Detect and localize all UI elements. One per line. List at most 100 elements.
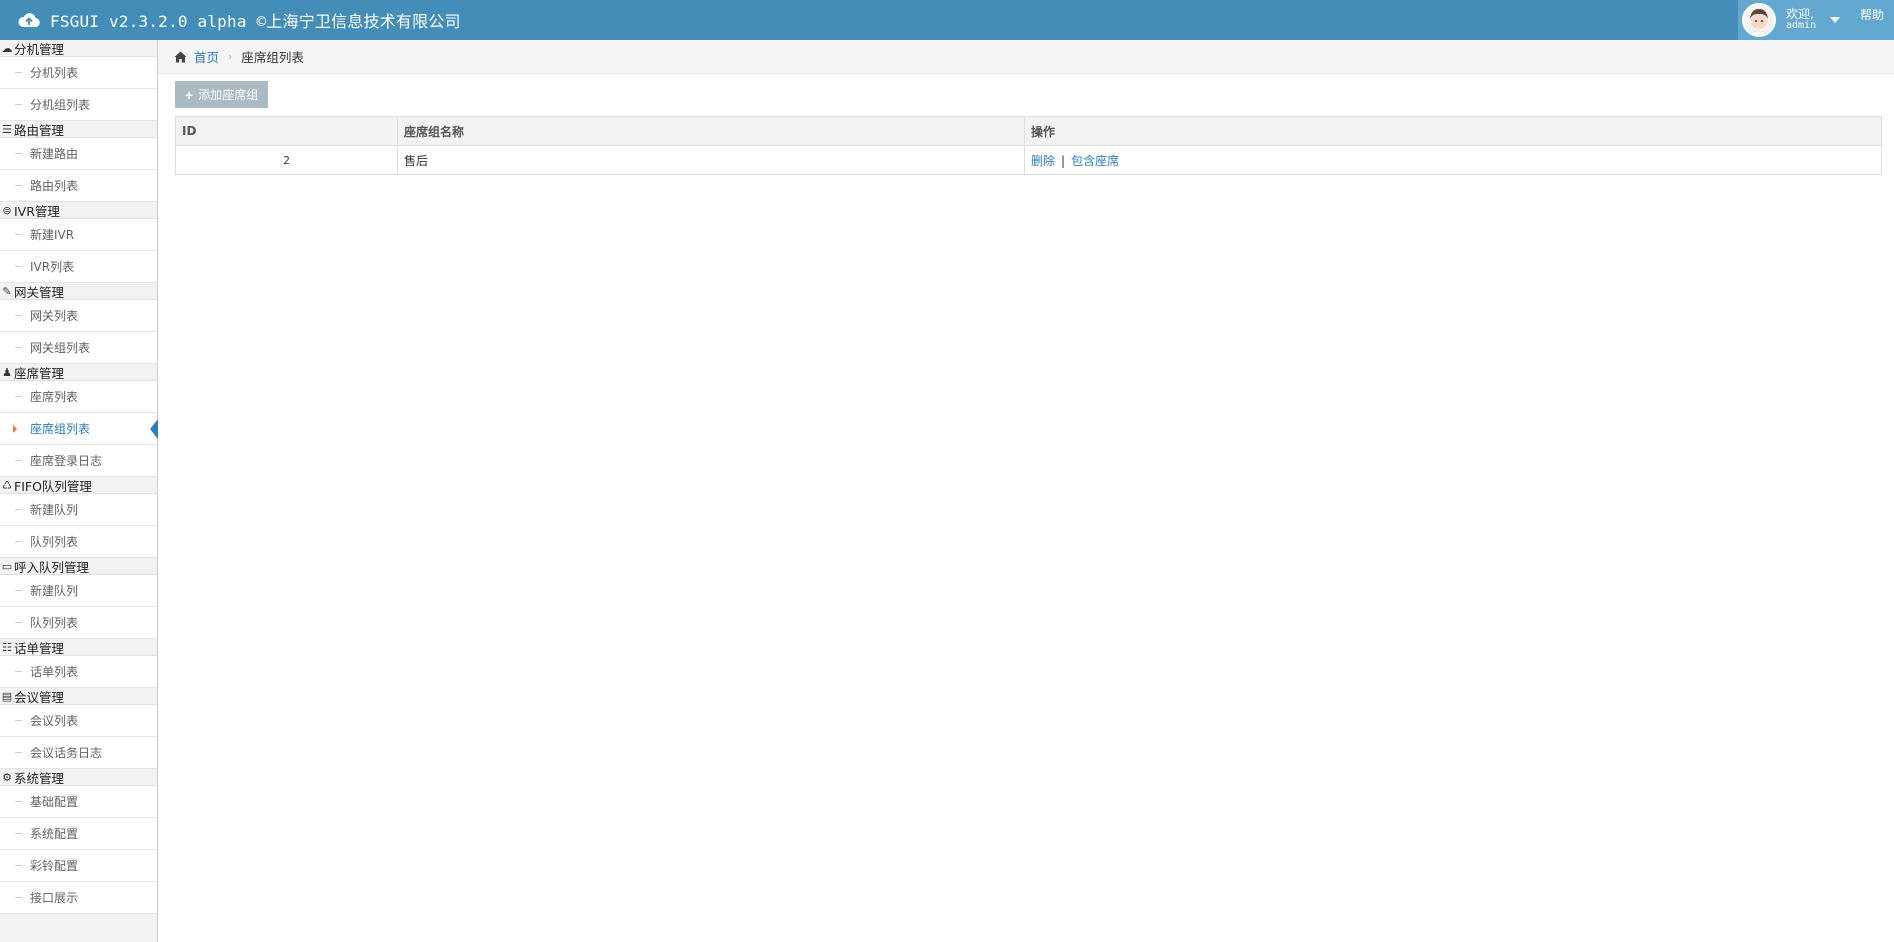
sidebar-item[interactable]: 网关列表 — [0, 300, 157, 332]
sidebar-item[interactable]: 座席登录日志 — [0, 445, 157, 477]
sidebar-item[interactable]: 会议话务日志 — [0, 737, 157, 769]
active-indicator-icon — [150, 419, 158, 439]
sidebar-group-label: 系统管理 — [14, 770, 65, 786]
add-seat-group-button[interactable]: + 添加座席组 — [175, 81, 269, 108]
sidebar: ☁ 分机管理 分机列表 分机组列表 ☰ 路由管理新建路由路由列表 ⊜ IVR管理 新建IVR IV… — [0, 40, 158, 942]
sidebar-item[interactable]: 网关组列表 — [0, 332, 157, 364]
sidebar-item-label: 路由列表 — [30, 179, 79, 193]
caret-right-icon — [13, 425, 17, 433]
cell-name: 售后 — [397, 145, 1025, 175]
column-header-id[interactable]: ID — [175, 116, 398, 146]
sidebar-item[interactable]: 队列列表 — [0, 607, 157, 639]
tree-line — [15, 590, 22, 591]
sidebar-item[interactable]: 彩铃配置 — [0, 850, 157, 882]
tree-line — [15, 315, 22, 316]
sidebar-item[interactable]: 新建队列 — [0, 575, 157, 607]
tree-line — [15, 720, 22, 721]
sidebar-item[interactable]: 座席列表 — [0, 381, 157, 413]
sidebar-group-header[interactable]: ♺ FIFO队列管理 — [0, 477, 157, 494]
sidebar-group-header[interactable]: ☰ 路由管理 — [0, 121, 157, 138]
contains-seats-link[interactable]: 包含座席 — [1071, 154, 1119, 168]
cell-id: 2 — [175, 145, 398, 175]
tree-line — [15, 460, 22, 461]
sidebar-group-label: FIFO队列管理 — [14, 478, 92, 494]
user-info: 欢迎, admin — [1786, 8, 1816, 32]
sidebar-item[interactable]: IVR列表 — [0, 251, 157, 283]
breadcrumb-home-link[interactable]: 首页 — [194, 47, 219, 66]
action-divider: | — [1061, 153, 1066, 168]
sidebar-item-label: 队列列表 — [30, 616, 79, 630]
sidebar-item[interactable]: 分机列表 — [0, 57, 157, 89]
add-seat-group-label: 添加座席组 — [198, 88, 259, 102]
sidebar-item[interactable]: 队列列表 — [0, 526, 157, 558]
sidebar-item[interactable]: 基础配置 — [0, 786, 157, 818]
list-icon: ☰ — [2, 122, 12, 136]
user-avatar-icon — [1747, 9, 1771, 35]
sidebar-item[interactable]: 分机组列表 — [0, 89, 157, 121]
sidebar-item[interactable]: 话单列表 — [0, 656, 157, 688]
table-header-row: ID 座席组名称 操作 — [175, 116, 1882, 146]
cloud-icon: ☁ — [1, 41, 13, 55]
tree-line — [15, 234, 22, 235]
sidebar-item-label: 基础配置 — [30, 795, 79, 809]
sidebar-item[interactable]: 新建IVR — [0, 219, 157, 251]
brand[interactable]: FSGUI v2.3.2.0 alpha ©上海宁卫信息技术有限公司 — [18, 8, 461, 32]
sidebar-group-header[interactable]: ☷ 话单管理 — [0, 639, 157, 656]
sidebar-item[interactable]: 新建队列 — [0, 494, 157, 526]
sidebar-item-label: 系统配置 — [30, 827, 79, 841]
sidebar-item[interactable]: 路由列表 — [0, 170, 157, 202]
tree-line — [15, 104, 22, 105]
user-menu[interactable]: 欢迎, admin 帮助 — [1738, 0, 1894, 40]
avatar — [1742, 3, 1776, 37]
sidebar-item-label: IVR列表 — [30, 260, 75, 274]
tree-line — [15, 72, 22, 73]
sidebar-item[interactable]: 座席组列表 — [0, 413, 158, 445]
tree-line — [15, 396, 22, 397]
sidebar-item-label: 网关列表 — [30, 309, 79, 323]
sidebar-group-header[interactable]: ▭ 呼入队列管理 — [0, 558, 157, 575]
breadcrumb-separator-icon: › — [228, 50, 233, 63]
sidebar-group-header[interactable]: ☁ 分机管理 — [0, 40, 157, 57]
sidebar-group-header[interactable]: ▤ 会议管理 — [0, 688, 157, 705]
sidebar-item-label: 新建队列 — [30, 584, 79, 598]
plug-icon: ✎ — [2, 284, 12, 298]
welcome-text: 欢迎, — [1786, 7, 1814, 21]
sidebar-item-label: 新建路由 — [30, 147, 79, 161]
sidebar-group-header[interactable]: ⊜ IVR管理 — [0, 202, 157, 219]
tree-line — [15, 752, 22, 753]
sidebar-group-label: 网关管理 — [14, 284, 65, 300]
tree-line — [15, 833, 22, 834]
caret-down-icon[interactable] — [1830, 17, 1841, 23]
sidebar-item-label: 座席列表 — [30, 390, 79, 404]
sidebar-item-label: 接口展示 — [30, 891, 79, 905]
sidebar-group-header[interactable]: ⚙ 系统管理 — [0, 769, 157, 786]
tree-line — [15, 671, 22, 672]
breadcrumb-current: 座席组列表 — [241, 50, 304, 65]
sidebar-item[interactable]: 系统配置 — [0, 818, 157, 850]
sidebar-group-header[interactable]: ✎ 网关管理 — [0, 283, 157, 300]
delete-link[interactable]: 删除 — [1031, 154, 1055, 168]
tree-line — [15, 897, 22, 898]
help-link[interactable]: 帮助 — [1860, 6, 1884, 23]
sidebar-item-label: 会议列表 — [30, 714, 79, 728]
username: admin — [1786, 20, 1817, 31]
column-header-name[interactable]: 座席组名称 — [397, 116, 1025, 146]
sidebar-item[interactable]: 新建路由 — [0, 138, 157, 170]
table-row: 2 售后 删除 | 包含座席 — [175, 145, 1882, 175]
sidebar-group-header[interactable]: ♟ 座席管理 — [0, 364, 157, 381]
cloud-upload-icon — [18, 13, 40, 28]
sidebar-item[interactable]: 接口展示 — [0, 882, 157, 914]
sidebar-item-label: 会议话务日志 — [30, 746, 103, 760]
tree-line — [15, 541, 22, 542]
seat-group-table: ID 座席组名称 操作 2 售后 删除 | 包含座席 — [175, 116, 1882, 175]
sidebar-group-label: 座席管理 — [14, 365, 65, 381]
sidebar-group-label: 路由管理 — [14, 122, 65, 138]
plus-icon: + — [185, 86, 194, 103]
tree-line — [15, 266, 22, 267]
tree-line — [15, 347, 22, 348]
home-icon[interactable] — [174, 51, 187, 63]
breadcrumb: 首页 › 座席组列表 — [158, 40, 1894, 74]
gear-icon: ⚙ — [2, 770, 12, 784]
sidebar-item[interactable]: 会议列表 — [0, 705, 157, 737]
tree-line — [15, 509, 22, 510]
